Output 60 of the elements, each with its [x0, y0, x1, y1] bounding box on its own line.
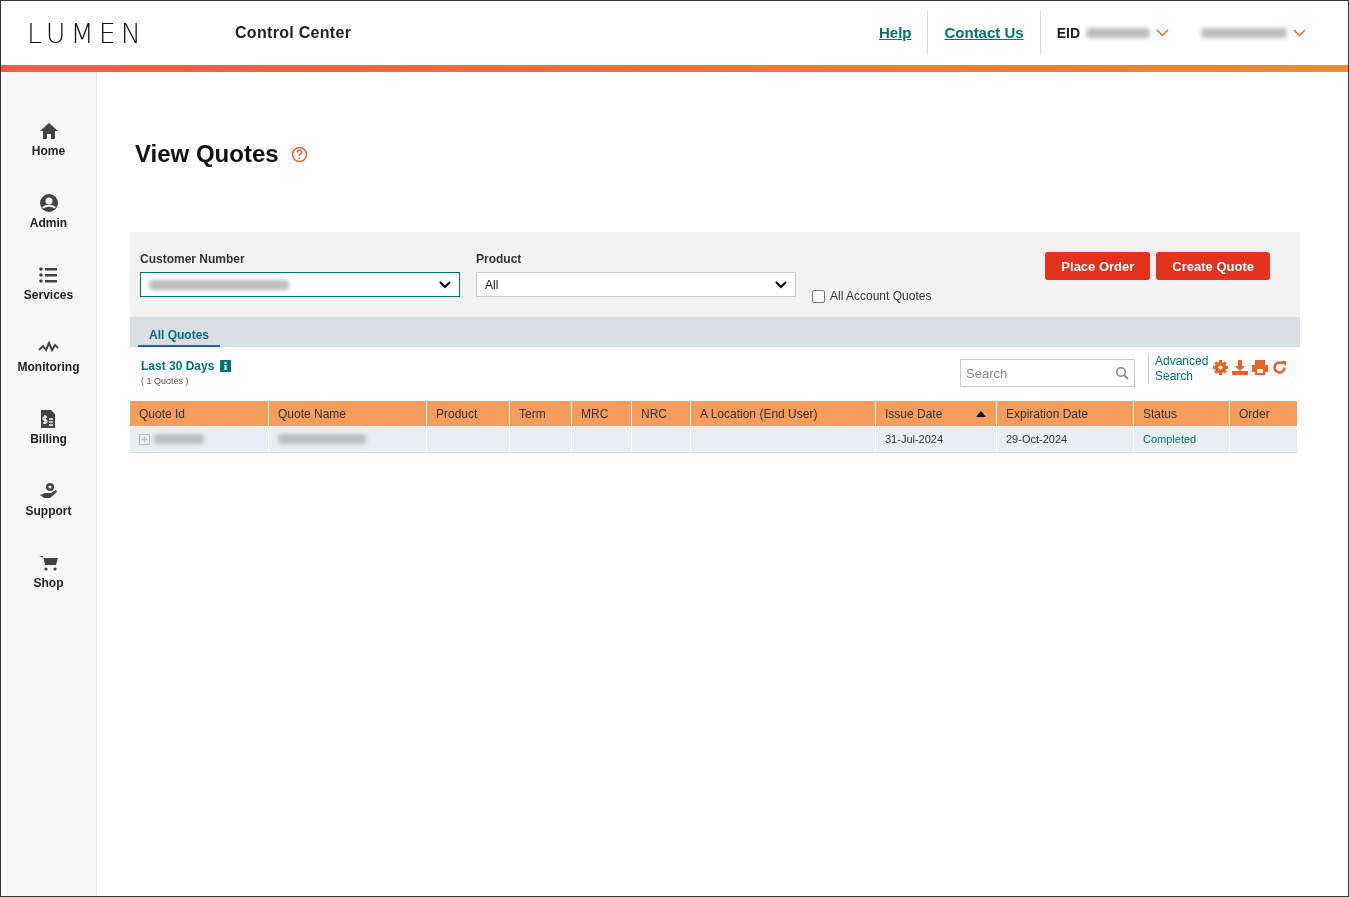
column-header[interactable]: Term [510, 401, 572, 426]
chevron-down-icon[interactable] [1156, 29, 1169, 37]
column-header[interactable]: MRC [572, 401, 632, 426]
column-header[interactable]: A Location (End User) [691, 401, 876, 426]
column-header[interactable]: Expiration Date [997, 401, 1134, 426]
column-header[interactable]: Quote Id [130, 401, 269, 426]
search-icon [1115, 366, 1129, 380]
sidebar-item[interactable]: Shop [33, 546, 64, 590]
sidebar-item[interactable]: Home [31, 114, 66, 158]
app-title: Control Center [235, 24, 352, 42]
table-cell [572, 426, 632, 453]
settings-icon[interactable] [1212, 359, 1229, 376]
quote-count: ( 1 Quotes ) [141, 376, 190, 386]
field-label: Customer Number [140, 252, 246, 266]
table-cell: 31-Jul-2024 [876, 426, 997, 453]
download-icon[interactable] [1231, 359, 1249, 376]
column-header[interactable]: Quote Name [269, 401, 427, 426]
sidebar-item[interactable]: Admin [29, 186, 68, 230]
checkbox[interactable] [812, 289, 825, 303]
caret-down-icon [439, 280, 451, 289]
caret-down-icon [775, 280, 787, 289]
sidebar-item[interactable]: Support [25, 474, 72, 518]
sidebar-item[interactable]: Services [23, 258, 74, 302]
user-icon [37, 193, 60, 213]
column-header[interactable]: Issue Date [876, 401, 997, 426]
help-icon[interactable] [290, 146, 308, 163]
column-header[interactable]: NRC [632, 401, 691, 426]
date-range: Last 30 Days [141, 359, 215, 373]
customer-number-select[interactable] [140, 272, 460, 297]
logo[interactable]: LUMEN [27, 17, 207, 49]
cart-icon [37, 553, 60, 573]
redacted-text [154, 434, 204, 444]
info-icon[interactable] [220, 360, 232, 372]
column-header[interactable]: Product [427, 401, 510, 426]
print-icon[interactable] [1251, 359, 1269, 376]
table-cell [1230, 426, 1298, 453]
search-field[interactable]: Search [960, 359, 1135, 387]
action-button[interactable]: Create Quote [1156, 252, 1270, 280]
header-link[interactable]: Help [862, 11, 929, 55]
field-label: Product [476, 252, 523, 266]
header-link[interactable]: Contact Us [928, 11, 1041, 55]
table-cell [632, 426, 691, 453]
page-title: View Quotes [135, 140, 279, 168]
action-button[interactable]: Place Order [1045, 252, 1151, 280]
refresh-icon[interactable] [1271, 359, 1288, 376]
advanced-search-link[interactable]: Advanced Search [1148, 354, 1212, 384]
list-icon [37, 265, 60, 285]
redacted-text [1086, 28, 1150, 38]
chevron-down-icon[interactable] [1293, 29, 1306, 37]
sidebar-item[interactable]: Monitoring [17, 330, 80, 374]
table-cell [510, 426, 572, 453]
sidebar-item[interactable]: Billing [30, 402, 67, 446]
tab[interactable]: All Quotes [138, 328, 220, 347]
column-header[interactable]: Status [1134, 401, 1230, 426]
checkbox-label: All Account Quotes [830, 289, 932, 303]
table-cell: 29-Oct-2024 [997, 426, 1134, 453]
column-header[interactable]: Order [1230, 401, 1298, 426]
eid-label: EID [1056, 25, 1080, 41]
product-select[interactable]: All [476, 272, 796, 297]
table-cell: Completed [1134, 426, 1230, 453]
